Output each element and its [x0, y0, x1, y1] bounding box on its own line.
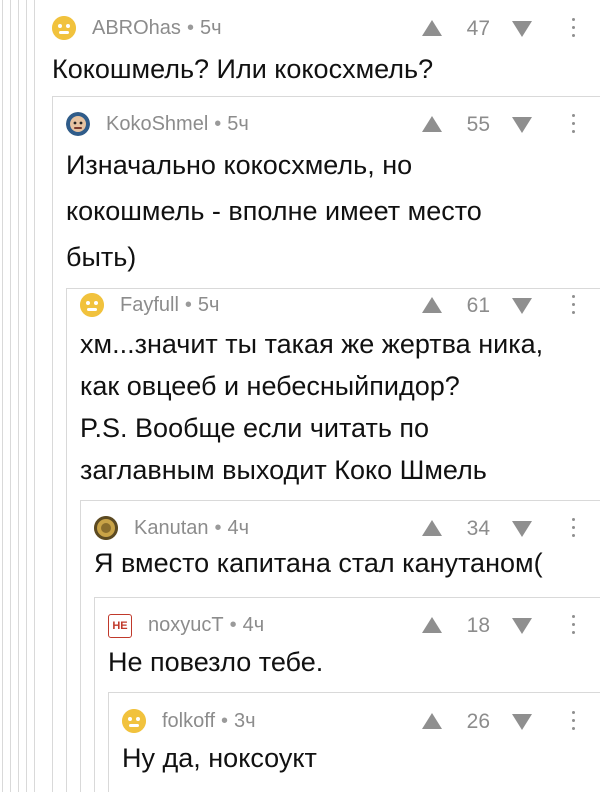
downvote-icon[interactable]: [512, 21, 532, 37]
comment-time[interactable]: 5ч: [227, 113, 249, 135]
badge-icon[interactable]: НЕ: [108, 614, 132, 638]
thread-line: [18, 0, 19, 792]
comment: Fayfull • 5ч 61 хм...значит ты такая же же…: [80, 287, 600, 500]
default-face-icon[interactable]: [52, 16, 76, 40]
thread-line: [26, 0, 27, 792]
username-link[interactable]: Fayfull: [120, 294, 179, 316]
comment: folkoff • 3ч 26 Ну да, ноксоукт: [122, 703, 600, 792]
upvote-icon[interactable]: [422, 20, 442, 36]
upvote-icon[interactable]: [422, 297, 442, 313]
thread-line: [80, 500, 81, 792]
comment-line: как овцееб и небесныйпидор?: [80, 371, 460, 401]
comment-rating: 55: [466, 113, 490, 136]
thread-line: [66, 288, 67, 792]
username-link[interactable]: Kanutan: [134, 517, 209, 539]
more-options-icon[interactable]: [568, 515, 578, 539]
comment-header: ABROhas • 5ч 47: [52, 10, 600, 46]
comment-time[interactable]: 4ч: [228, 517, 250, 539]
comment-time[interactable]: 5ч: [198, 294, 220, 316]
comment-meta: KokoShmel • 5ч: [106, 113, 249, 136]
thread-line: [34, 0, 35, 792]
comment-meta: Fayfull • 5ч: [120, 294, 219, 317]
downvote-icon[interactable]: [512, 117, 532, 133]
thread-branch: [108, 692, 600, 693]
comment-header: Fayfull • 5ч 61: [80, 287, 600, 323]
badge-label: НЕ: [112, 620, 128, 632]
comment-line: хм...значит ты такая же жертва ника,: [80, 329, 544, 359]
comment-meta: ABROhas • 5ч: [92, 17, 222, 40]
comment-time[interactable]: 5ч: [200, 17, 222, 39]
comment-time[interactable]: 4ч: [243, 614, 265, 636]
upvote-icon[interactable]: [422, 617, 442, 633]
comment-text: Кокошмель? Или кокосхмель?: [52, 48, 433, 90]
thread-branch: [52, 96, 600, 97]
comment-meta: Kanutan • 4ч: [134, 517, 249, 540]
comment-meta: noxyucT • 4ч: [148, 614, 264, 637]
comment: KokoShmel • 5ч 55 Изначально кокосхмель, н…: [66, 106, 600, 288]
comment-text: хм...значит ты такая же жертва ника, как…: [80, 323, 543, 491]
comment-rating: 18: [466, 614, 490, 637]
comment-text: Ну да, ноксоукт: [122, 737, 317, 779]
comment-line: Кокошмель? Или кокосхмель?: [52, 54, 434, 84]
gold-coin-icon[interactable]: [94, 516, 118, 540]
comment: ABROhas • 5ч 47 Кокошмель? Или кокосхмель?: [52, 10, 600, 96]
thread-branch: [94, 597, 600, 598]
comment-header: НЕ noxyucT • 4ч 18: [108, 607, 600, 643]
comment: Kanutan • 4ч 34 Я вместо капитана стал кан…: [94, 510, 600, 597]
thread-line: [52, 96, 53, 792]
separator-dot: •: [214, 517, 222, 539]
username-link[interactable]: noxyucT: [148, 614, 224, 636]
comment-rating: 26: [466, 710, 490, 733]
more-options-icon[interactable]: [568, 15, 578, 39]
more-options-icon[interactable]: [568, 292, 578, 316]
default-face-icon[interactable]: [122, 709, 146, 733]
person-photo-icon[interactable]: [66, 112, 90, 136]
comment-line: быть): [66, 242, 137, 272]
more-options-icon[interactable]: [568, 111, 578, 135]
comment-line: Ну да, ноксоукт: [122, 743, 317, 773]
upvote-icon[interactable]: [422, 520, 442, 536]
separator-dot: •: [221, 710, 229, 732]
comment-header: KokoShmel • 5ч 55: [66, 106, 600, 142]
more-options-icon[interactable]: [568, 708, 578, 732]
more-options-icon[interactable]: [568, 612, 578, 636]
comment-line: Изначально кокосхмель, но: [66, 150, 413, 180]
comment-text: Не повезло тебе.: [108, 641, 323, 683]
separator-dot: •: [184, 294, 192, 316]
comment-text: Я вместо капитана стал канутаном(: [94, 542, 543, 584]
downvote-icon[interactable]: [512, 298, 532, 314]
comment-line: заглавным выходит Коко Шмель: [80, 455, 487, 485]
separator-dot: •: [229, 614, 237, 636]
downvote-icon[interactable]: [512, 618, 532, 634]
comment-header: folkoff • 3ч 26: [122, 703, 600, 739]
separator-dot: •: [214, 113, 222, 135]
comment-meta: folkoff • 3ч: [162, 710, 256, 733]
thread-line: [108, 692, 109, 792]
separator-dot: •: [186, 17, 194, 39]
comment-line: Я вместо капитана стал канутаном(: [94, 548, 543, 578]
thread-line: [94, 597, 95, 792]
thread-line: [2, 0, 3, 792]
comment-rating: 61: [466, 294, 490, 317]
comment-line: P.S. Вообще если читать по: [80, 413, 430, 443]
thread-line: [10, 0, 11, 792]
comment-rating: 34: [466, 517, 490, 540]
comment-text: Изначально кокосхмель, но кокошмель - вп…: [66, 142, 482, 280]
comment-header: Kanutan • 4ч 34: [94, 510, 600, 546]
default-face-icon[interactable]: [80, 293, 104, 317]
upvote-icon[interactable]: [422, 116, 442, 132]
comment-line: кокошмель - вполне имеет место: [66, 196, 482, 226]
upvote-icon[interactable]: [422, 713, 442, 729]
thread-branch: [80, 500, 600, 501]
username-link[interactable]: KokoShmel: [106, 113, 208, 135]
comment-time[interactable]: 3ч: [234, 710, 256, 732]
username-link[interactable]: folkoff: [162, 710, 215, 732]
downvote-icon[interactable]: [512, 521, 532, 537]
downvote-icon[interactable]: [512, 714, 532, 730]
comment: НЕ noxyucT • 4ч 18 Не повезло тебе.: [108, 607, 600, 692]
comment-rating: 47: [466, 17, 490, 40]
username-link[interactable]: ABROhas: [92, 17, 181, 39]
comment-line: Не повезло тебе.: [108, 647, 324, 677]
